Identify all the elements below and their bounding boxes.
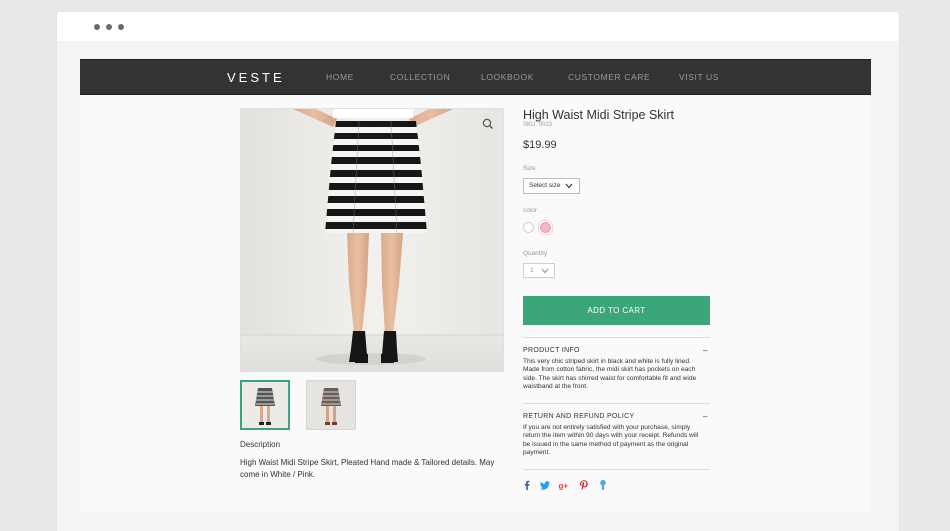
return-policy-text: If you are not entirely satisfied with y… [523,424,699,457]
color-swatch-white[interactable] [523,222,534,233]
color-swatch-pink[interactable] [540,222,551,233]
google-plus-icon[interactable]: g+ [558,479,570,491]
size-select[interactable]: Select size [523,178,580,194]
nav-item-lookbook[interactable]: LOOKBOOK [481,72,534,82]
product-info-toggle[interactable]: PRODUCT INFO [523,347,580,354]
window-dot-icon[interactable] [118,24,124,30]
description-label: Description [240,440,281,449]
twitter-icon[interactable] [539,479,551,491]
thumbnail-photo [242,382,288,428]
product-photo [241,109,503,371]
thumbnail-image[interactable] [306,380,356,430]
collapse-icon[interactable]: – [703,412,707,421]
nav-item-home[interactable]: HOME [326,72,354,82]
add-to-cart-button[interactable]: ADD TO CART [523,296,710,325]
store-page: VESTE HOME COLLECTION LOOKBOOK CUSTOMER … [80,59,871,512]
divider [523,403,710,404]
nav-item-customer-care[interactable]: CUSTOMER CARE [568,72,650,82]
pinterest-icon[interactable] [578,479,590,491]
quantity-label: Quantity [523,250,548,257]
product-info-text: This very chic striped skirt in black an… [523,358,697,391]
return-policy-toggle[interactable]: RETURN AND REFUND POLICY [523,413,634,420]
site-logo[interactable]: VESTE [227,70,285,85]
product-main-image[interactable] [240,108,504,372]
svg-text:g+: g+ [559,482,569,491]
product-price: $19.99 [523,139,557,151]
product-title: High Waist Midi Stripe Skirt [523,108,674,122]
color-label: color [523,207,538,214]
divider [523,469,710,470]
facebook-icon[interactable] [521,479,533,491]
window-dot-icon[interactable] [94,24,100,30]
description-text: High Waist Midi Stripe Skirt, Pleated Ha… [240,458,495,479]
fancy-icon[interactable] [597,479,609,491]
zoom-icon[interactable] [481,117,495,131]
collapse-icon[interactable]: – [703,346,707,355]
chevron-down-icon [541,268,549,274]
nav-item-collection[interactable]: COLLECTION [390,72,450,82]
window-dot-icon[interactable] [106,24,112,30]
thumbnail-image[interactable] [240,380,290,430]
top-nav: VESTE HOME COLLECTION LOOKBOOK CUSTOMER … [80,59,871,95]
size-label: Size [523,165,536,172]
divider [523,337,710,338]
browser-titlebar [57,12,899,41]
quantity-value: 1 [530,267,534,274]
size-select-value: Select size [529,182,561,189]
product-sku: SKU: 0023 [523,122,553,128]
chevron-down-icon [565,183,573,189]
thumbnail-photo [307,381,355,429]
nav-item-visit-us[interactable]: VISIT US [679,72,719,82]
quantity-select[interactable]: 1 [523,263,555,278]
